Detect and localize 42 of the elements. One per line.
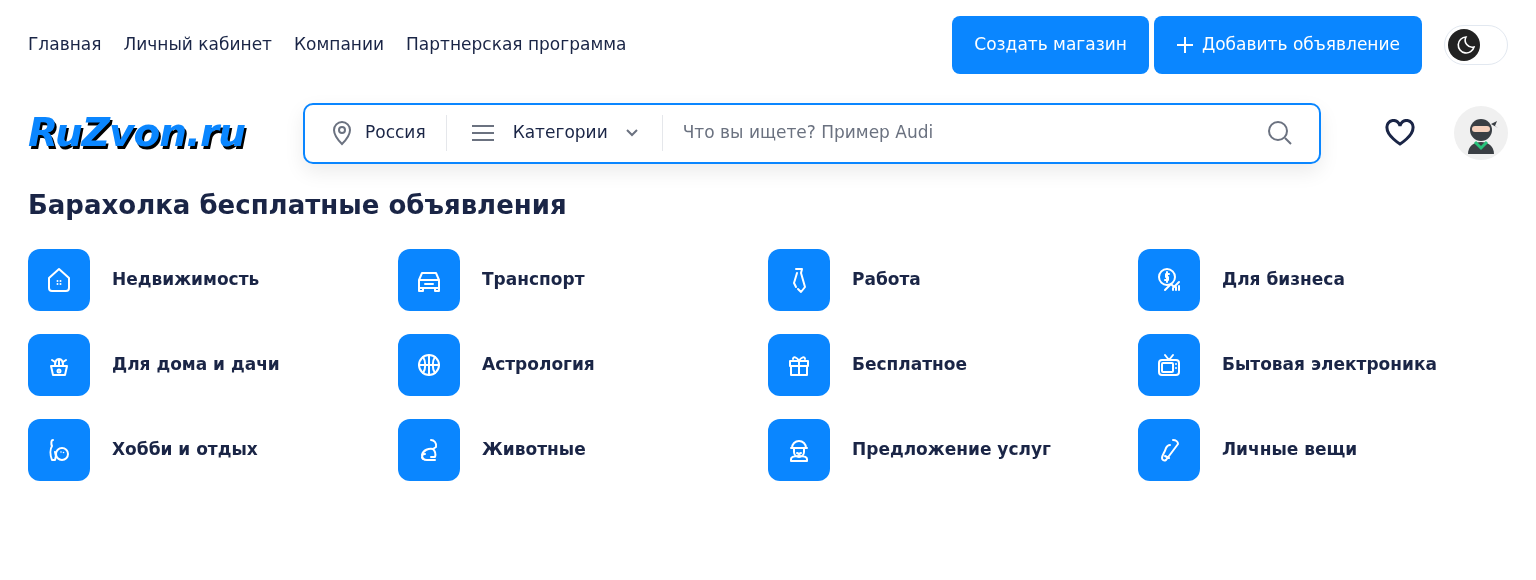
page-heading: Барахолка бесплатные объявления xyxy=(28,189,568,222)
category-link[interactable]: Транспорт xyxy=(482,267,585,293)
category-link[interactable]: Для бизнеса xyxy=(1222,267,1345,293)
chevron-down-icon xyxy=(625,129,638,137)
car-icon[interactable] xyxy=(398,249,460,311)
money-chart-icon[interactable] xyxy=(1138,249,1200,311)
heart-icon[interactable] xyxy=(1384,119,1416,147)
category-link[interactable]: Недвижимость xyxy=(112,267,260,293)
moon-icon xyxy=(1448,29,1480,61)
plant-pot-icon[interactable] xyxy=(28,334,90,396)
tv-icon[interactable] xyxy=(1138,334,1200,396)
nav-link[interactable]: Личный кабинет xyxy=(123,32,272,58)
add-listing-button[interactable]: Добавить объявление xyxy=(1153,16,1422,74)
bowling-icon[interactable] xyxy=(28,419,90,481)
theme-toggle[interactable] xyxy=(1444,25,1508,65)
nav-link[interactable]: Компании xyxy=(294,32,385,58)
plus-icon xyxy=(1175,36,1194,54)
category-link[interactable]: Личные вещи xyxy=(1222,437,1358,463)
gift-icon[interactable] xyxy=(768,334,830,396)
category-link[interactable]: Бытовая электроника xyxy=(1222,352,1437,378)
category-link[interactable]: Астрология xyxy=(482,352,595,378)
category-link[interactable]: Работа xyxy=(852,267,921,293)
basketball-icon[interactable] xyxy=(398,334,460,396)
search-input[interactable]: Что вы ищете? Пример Audi xyxy=(682,120,1267,146)
tie-icon[interactable] xyxy=(768,249,830,311)
category-link[interactable]: Животные xyxy=(482,437,586,463)
region-selector[interactable]: Россия xyxy=(331,115,447,151)
category-dropdown[interactable]: Категории xyxy=(446,115,663,151)
category-link[interactable]: Для дома и дачи xyxy=(112,352,280,378)
nav-link[interactable]: Партнерская программа xyxy=(406,32,627,58)
worker-icon[interactable] xyxy=(768,419,830,481)
category-link[interactable]: Хобби и отдых xyxy=(112,437,258,463)
location-pin-icon xyxy=(331,120,353,146)
search-icon[interactable] xyxy=(1267,120,1293,146)
create-shop-button[interactable]: Создать магазин xyxy=(952,16,1149,74)
nav-link[interactable]: Главная xyxy=(28,32,102,58)
category-link[interactable]: Предложение услуг xyxy=(852,437,1051,463)
avatar-icon[interactable] xyxy=(1454,106,1508,160)
logo[interactable]: RuZvon.ru xyxy=(28,103,303,163)
category-link[interactable]: Бесплатное xyxy=(852,352,968,378)
menu-icon xyxy=(470,124,495,142)
house-icon[interactable] xyxy=(28,249,90,311)
